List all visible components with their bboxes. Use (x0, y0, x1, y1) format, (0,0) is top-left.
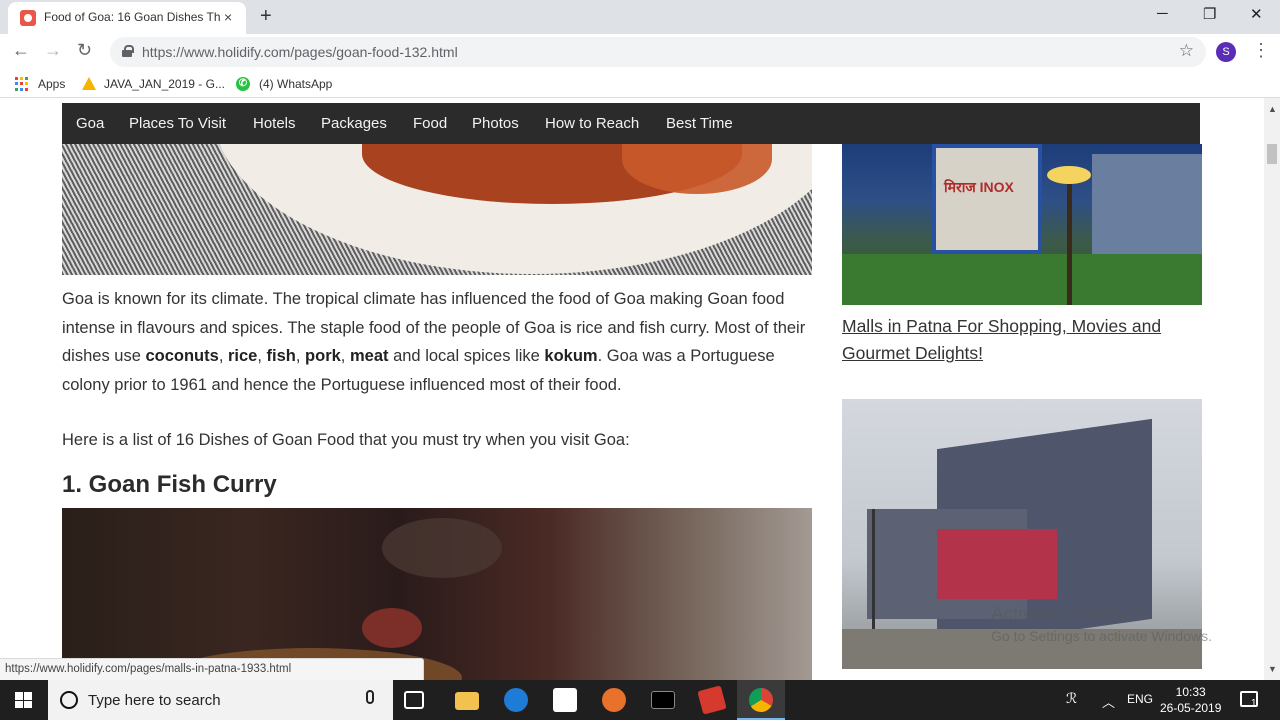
patna-mall-photo-inox[interactable]: मिराज INOX (842, 144, 1202, 305)
show-hidden-icons-chevron-icon[interactable]: ︿ (1102, 692, 1115, 711)
nav-how-to-reach[interactable]: How to Reach (545, 115, 639, 132)
terminal-icon[interactable] (651, 691, 675, 709)
bookmark-star-icon[interactable]: ☆ (1179, 41, 1194, 61)
close-tab-icon[interactable]: × (224, 9, 232, 25)
page-scrollbar[interactable]: ▲ ▼ (1264, 98, 1280, 680)
browser-menu-icon[interactable]: ⋮ (1252, 40, 1270, 61)
pdf-reader-icon[interactable] (697, 685, 727, 715)
nav-photos[interactable]: Photos (472, 115, 519, 132)
goan-food-photo (62, 144, 812, 275)
search-placeholder: Type here to search (88, 692, 221, 709)
language-indicator[interactable]: ENG (1127, 692, 1153, 706)
notification-count: 1 (1251, 698, 1257, 709)
back-button[interactable]: ← (12, 40, 30, 61)
heading-goan-fish-curry: 1. Goan Fish Curry (62, 471, 277, 498)
scrollbar-thumb[interactable] (1267, 144, 1277, 164)
nav-best-time[interactable]: Best Time (666, 115, 733, 132)
apps-grid-icon[interactable] (15, 77, 29, 91)
url-text[interactable]: https://www.holidify.com/pages/goan-food… (142, 44, 458, 60)
list-intro-paragraph: Here is a list of 16 Dishes of Goan Food… (62, 431, 630, 449)
windows-start-icon[interactable] (15, 692, 32, 708)
forward-button[interactable]: → (44, 40, 62, 61)
nav-packages[interactable]: Packages (321, 115, 387, 132)
store-icon[interactable] (553, 688, 577, 712)
scroll-up-arrow-icon[interactable]: ▲ (1268, 104, 1277, 114)
task-view-icon[interactable] (404, 691, 424, 709)
bookmarks-bar: Apps JAVA_JAN_2019 - G... ✆ (4) WhatsApp (0, 70, 1280, 98)
tab-title: Food of Goa: 16 Goan Dishes That (44, 10, 220, 24)
windows-taskbar: Type here to search ℛ ︿ ENG 10:33 26-05-… (0, 680, 1280, 720)
nav-hotels[interactable]: Hotels (253, 115, 296, 132)
scroll-down-arrow-icon[interactable]: ▼ (1268, 664, 1277, 674)
cortana-icon (60, 691, 78, 709)
browser-toolbar: ← → ↻ https://www.holidify.com/pages/goa… (0, 34, 1280, 70)
file-explorer-icon[interactable] (455, 692, 479, 710)
bookmark-apps[interactable]: Apps (38, 77, 65, 91)
lock-icon[interactable] (122, 45, 134, 57)
taskbar-clock[interactable]: 10:33 26-05-2019 (1160, 684, 1221, 716)
google-drive-icon (82, 77, 96, 90)
page-viewport: Goa Places To Visit Hotels Packages Food… (0, 98, 1264, 680)
taskbar-search-box[interactable]: Type here to search (48, 680, 393, 720)
goan-fish-curry-photo (62, 508, 812, 680)
bookmark-java-jan[interactable]: JAVA_JAN_2019 - G... (104, 77, 225, 91)
nav-goa[interactable]: Goa (76, 115, 104, 132)
restore-button[interactable]: ❐ (1203, 5, 1216, 23)
nav-places-to-visit[interactable]: Places To Visit (129, 115, 226, 132)
chrome-taskbar-button[interactable] (737, 680, 785, 720)
close-window-button[interactable]: ✕ (1250, 5, 1263, 23)
people-icon[interactable]: ℛ (1066, 690, 1077, 707)
chrome-icon (749, 688, 773, 712)
intro-paragraph: Goa is known for its climate. The tropic… (62, 290, 806, 394)
browser-titlebar: Food of Goa: 16 Goan Dishes That × + ─ ❐… (0, 0, 1280, 34)
reload-button[interactable]: ↻ (77, 40, 92, 61)
whatsapp-icon: ✆ (236, 77, 250, 91)
new-tab-button[interactable]: + (260, 5, 272, 28)
firefox-icon[interactable] (602, 688, 626, 712)
inox-sign-text: मिराज INOX (944, 179, 1014, 195)
minimize-button[interactable]: ─ (1157, 5, 1168, 22)
nav-food[interactable]: Food (413, 115, 447, 132)
activate-windows-watermark: Activate Windows Go to Settings to activ… (991, 604, 1212, 644)
malls-in-patna-link[interactable]: Malls in Patna For Shopping, Movies and … (842, 313, 1202, 367)
address-bar[interactable]: https://www.holidify.com/pages/goan-food… (110, 37, 1206, 67)
edge-browser-icon[interactable] (504, 688, 528, 712)
profile-avatar[interactable]: S (1216, 42, 1236, 62)
status-bar-url: https://www.holidify.com/pages/malls-in-… (0, 658, 424, 680)
site-nav-bar: Goa Places To Visit Hotels Packages Food… (62, 103, 1200, 144)
bookmark-whatsapp[interactable]: (4) WhatsApp (259, 77, 332, 91)
microphone-icon[interactable] (366, 690, 374, 704)
holidify-favicon-icon (20, 10, 36, 26)
active-tab[interactable]: Food of Goa: 16 Goan Dishes That × (8, 2, 246, 34)
